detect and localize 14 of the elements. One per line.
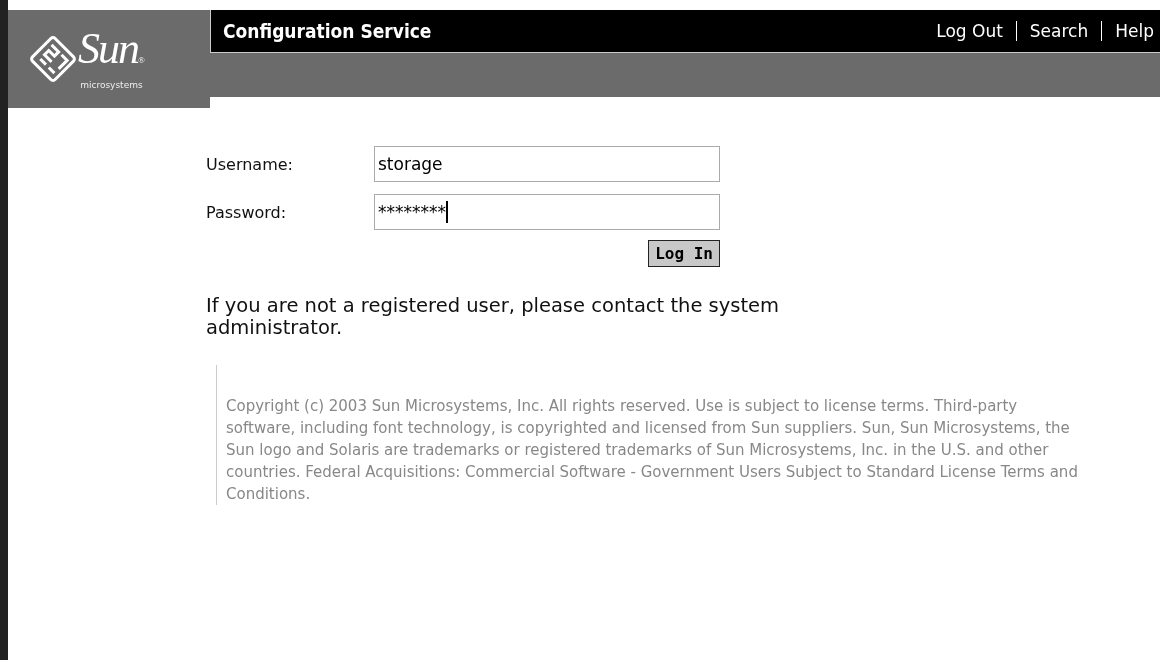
header-link[interactable]: Log Out bbox=[936, 21, 1003, 41]
login-button[interactable]: Log In bbox=[648, 240, 720, 267]
notice-text: If you are not a registered user, please contact the system administrator. bbox=[206, 295, 781, 339]
input-field[interactable]: ******** bbox=[374, 194, 720, 230]
logo-icon bbox=[30, 36, 76, 82]
logo-wordmark: Sun® bbox=[78, 28, 145, 75]
header-link[interactable]: Search bbox=[1029, 21, 1089, 41]
field-label: Username: bbox=[206, 154, 294, 174]
app-title: Configuration Service bbox=[223, 20, 432, 42]
field-label: Password: bbox=[206, 202, 288, 222]
header-link[interactable]: Help bbox=[1115, 21, 1154, 41]
logo-tagline: microsystems bbox=[80, 79, 143, 90]
copyright-text: Copyright (c) 2003 Sun Microsystems, Inc. All rights reserved. Use is subject to license terms. Third-party software, including font technology, is copyrighted and licensed from Sun suppliers. Sun, Sun Microsystems, the Sun logo and Solaris are trademarks or registered trademarks of Sun Microsystems, Inc. in the U.S. and other countries. Federal Acquisitions: Commercial Software - Government Users Subject to Standard License Terms and Conditions. bbox=[226, 396, 1079, 505]
input-field[interactable]: storage bbox=[374, 146, 720, 182]
